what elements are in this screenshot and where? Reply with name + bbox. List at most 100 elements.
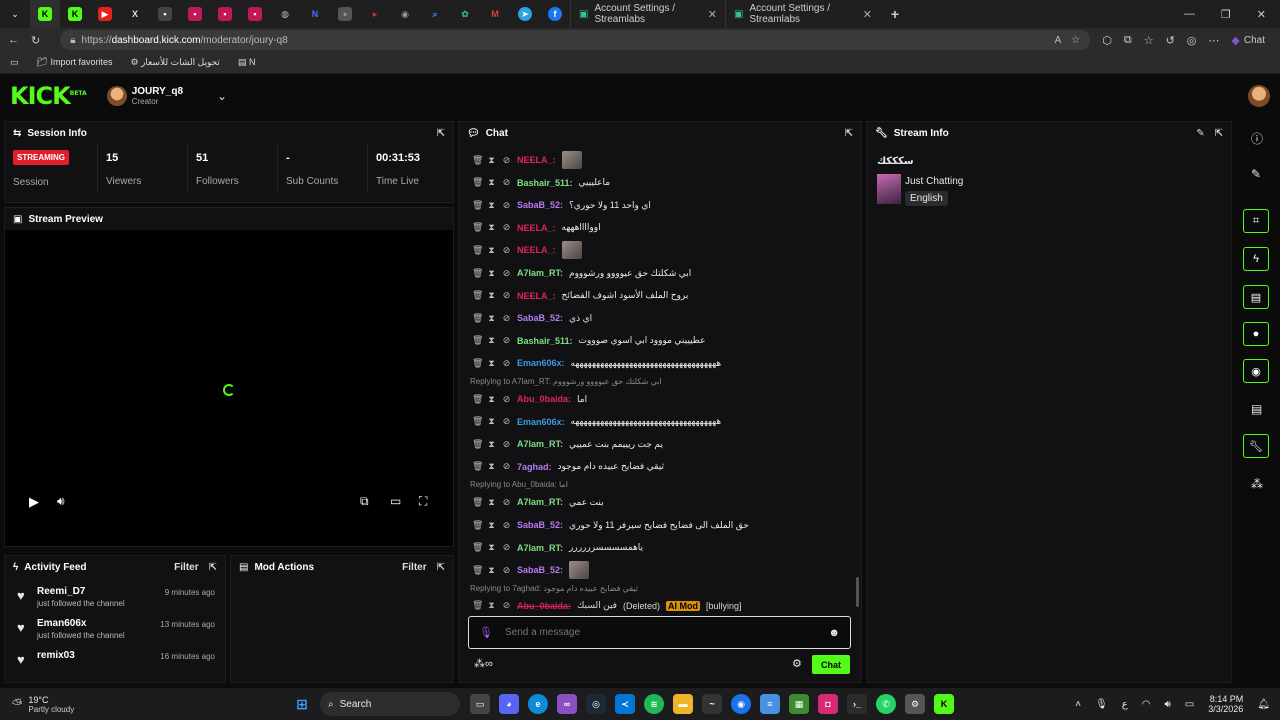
tab-generic-1[interactable]: ▪ — [150, 0, 180, 28]
chat-username[interactable]: Bashair_511: — [517, 336, 573, 346]
timeout-icon[interactable]: ⧗ — [487, 600, 496, 611]
ban-icon[interactable]: ⊘ — [502, 313, 511, 324]
fav-arabic[interactable]: ⚙︎ تحويل الشات للأسعار — [130, 57, 219, 68]
chat-username[interactable]: NEELA_: — [517, 291, 556, 301]
delete-icon[interactable]: 🗑︎ — [472, 222, 483, 233]
tab-globe[interactable]: ◍ — [270, 0, 300, 28]
ban-icon[interactable]: ⊘ — [502, 461, 511, 472]
chat-username[interactable]: Bashair_511: — [517, 178, 573, 188]
battery-icon[interactable]: ▭ — [1185, 699, 1194, 710]
delete-icon[interactable]: 🗑︎ — [472, 600, 483, 611]
kick-app-icon[interactable]: K — [934, 694, 954, 714]
fav-n[interactable]: ▤ N — [238, 57, 256, 68]
timeout-icon[interactable]: ⧗ — [487, 155, 496, 166]
chat-username[interactable]: SabaB_52: — [517, 565, 563, 575]
chat-username[interactable]: A7lam_RT: — [517, 268, 563, 278]
more-apps-icon[interactable]: ⁂ — [1251, 477, 1263, 491]
weather-widget[interactable]: ⛅︎ 19°C Partly cloudy — [0, 695, 280, 714]
ban-icon[interactable]: ⊘ — [502, 497, 511, 508]
chat-username[interactable]: SabaB_52: — [517, 520, 563, 530]
delete-icon[interactable]: 🗑︎ — [472, 394, 483, 405]
tab-streamlabs-1[interactable]: ▣ Account Settings / Streamlabs ✕ — [570, 0, 725, 28]
theater-icon[interactable]: ▭ — [390, 494, 401, 508]
rewards-icon[interactable]: ⁂∞ — [474, 657, 493, 670]
tab-generic-2[interactable]: ▪ — [180, 0, 210, 28]
chevron-down-icon[interactable]: ⌄ — [217, 89, 227, 103]
read-aloud-icon[interactable]: A — [1055, 35, 1062, 46]
delete-icon[interactable]: 🗑︎ — [472, 461, 483, 472]
delete-icon[interactable]: 🗑︎ — [472, 313, 483, 324]
chevron-up-icon[interactable]: ˄ — [1075, 699, 1081, 710]
chat-username[interactable]: A7lam_RT: — [517, 439, 563, 449]
chat-send-button[interactable]: Chat — [812, 655, 850, 674]
favorite-star-icon[interactable]: ☆ — [1071, 35, 1080, 46]
timeout-icon[interactable]: ⧗ — [487, 222, 496, 233]
tab-youtube[interactable]: ▶ — [90, 0, 120, 28]
tab-generic-6[interactable]: ▫ — [330, 0, 360, 28]
chrome-icon[interactable]: ◉ — [731, 694, 751, 714]
ban-icon[interactable]: ⊘ — [502, 268, 511, 279]
windows-start-icon[interactable]: ⊞ — [292, 694, 312, 714]
favorites-icon[interactable]: ☆ — [1144, 34, 1154, 47]
tab-generic-9[interactable]: ⌕ — [420, 0, 450, 28]
chat-username[interactable]: SabaB_52: — [517, 313, 563, 323]
delete-icon[interactable]: 🗑︎ — [472, 439, 483, 450]
chat-username[interactable]: Eman606x: — [517, 417, 565, 427]
delete-icon[interactable]: 🗑︎ — [472, 358, 483, 369]
extensions-icon[interactable]: ⬡ — [1102, 34, 1112, 47]
tab-kick[interactable]: K — [60, 0, 90, 28]
delete-icon[interactable]: 🗑︎ — [472, 335, 483, 346]
timeout-icon[interactable]: ⧗ — [487, 565, 496, 576]
ban-icon[interactable]: ⊘ — [502, 600, 511, 611]
ban-icon[interactable]: ⊘ — [502, 177, 511, 188]
history-icon[interactable]: ↺ — [1166, 34, 1175, 47]
notepad-icon[interactable]: ≡ — [760, 694, 780, 714]
vscode-icon[interactable]: ≺ — [615, 694, 635, 714]
filter-button[interactable]: Filter — [174, 562, 198, 573]
split-screen-icon[interactable]: ⧉ — [1124, 34, 1132, 47]
chat-username[interactable]: 7aghad: — [517, 462, 552, 472]
timeout-icon[interactable]: ⧗ — [487, 439, 496, 450]
category-name[interactable]: Just Chatting — [905, 176, 963, 187]
chat-input-box[interactable]: 🎙︎ ☻ — [468, 616, 851, 649]
ban-icon[interactable]: ⊘ — [502, 565, 511, 576]
close-icon[interactable]: ✕ — [863, 8, 872, 21]
popout-icon[interactable]: ⇱ — [437, 562, 445, 573]
tab-generic-10[interactable]: ✿ — [450, 0, 480, 28]
emoji-icon[interactable]: ☻ — [828, 627, 840, 639]
timeout-icon[interactable]: ⧗ — [487, 520, 496, 531]
popout-icon[interactable]: ⇱ — [1215, 128, 1223, 139]
timeout-icon[interactable]: ⧗ — [487, 335, 496, 346]
tab-streamlabs-2[interactable]: ▣ Account Settings / Streamlabs ✕ — [725, 0, 880, 28]
refresh-icon[interactable]: ↻ — [31, 34, 40, 47]
timeout-icon[interactable]: ⧗ — [487, 177, 496, 188]
scan-icon[interactable]: ⌗ — [1243, 209, 1269, 233]
tab-generic-8[interactable]: ◉ — [390, 0, 420, 28]
chat-username[interactable]: Abu_0baida: — [517, 394, 571, 404]
discord-icon[interactable]: ◕ — [499, 694, 519, 714]
delete-icon[interactable]: 🗑︎ — [472, 200, 483, 211]
chat-username[interactable]: Abu_0baida: — [517, 601, 571, 611]
timeout-icon[interactable]: ⧗ — [487, 497, 496, 508]
whatsapp-icon[interactable]: ✆ — [876, 694, 896, 714]
user-avatar[interactable] — [1248, 85, 1270, 107]
pip-icon[interactable]: ⧉ — [360, 494, 369, 509]
broadcast-icon[interactable]: ◉ — [1243, 359, 1269, 383]
sidebar-toggle-icon[interactable]: ▭ — [10, 57, 19, 68]
back-icon[interactable]: ← — [8, 34, 19, 46]
task-view-icon[interactable]: ▭ — [470, 694, 490, 714]
tab-telegram[interactable]: ➤ — [510, 0, 540, 28]
ban-icon[interactable]: ⊘ — [502, 358, 511, 369]
delete-icon[interactable]: 🗑︎ — [472, 520, 483, 531]
wifi-icon[interactable]: ◠ — [1142, 699, 1151, 710]
taskbar-search[interactable]: ⌕ Search — [320, 692, 460, 716]
mic-icon[interactable]: 🎙︎ — [479, 626, 493, 639]
url-field[interactable]: 🔒︎ https://dashboard.kick.com/moderator/… — [60, 30, 1091, 50]
chat-username[interactable]: NEELA_: — [517, 155, 556, 165]
play-icon[interactable]: ▶ — [29, 494, 39, 510]
restore-icon[interactable]: ❐ — [1221, 8, 1231, 21]
chat-scrollbar[interactable] — [856, 577, 859, 607]
chat-username[interactable]: Eman606x: — [517, 358, 565, 368]
timeout-icon[interactable]: ⧗ — [487, 358, 496, 369]
fav-import[interactable]: 📁︎ Import favorites — [37, 57, 113, 68]
